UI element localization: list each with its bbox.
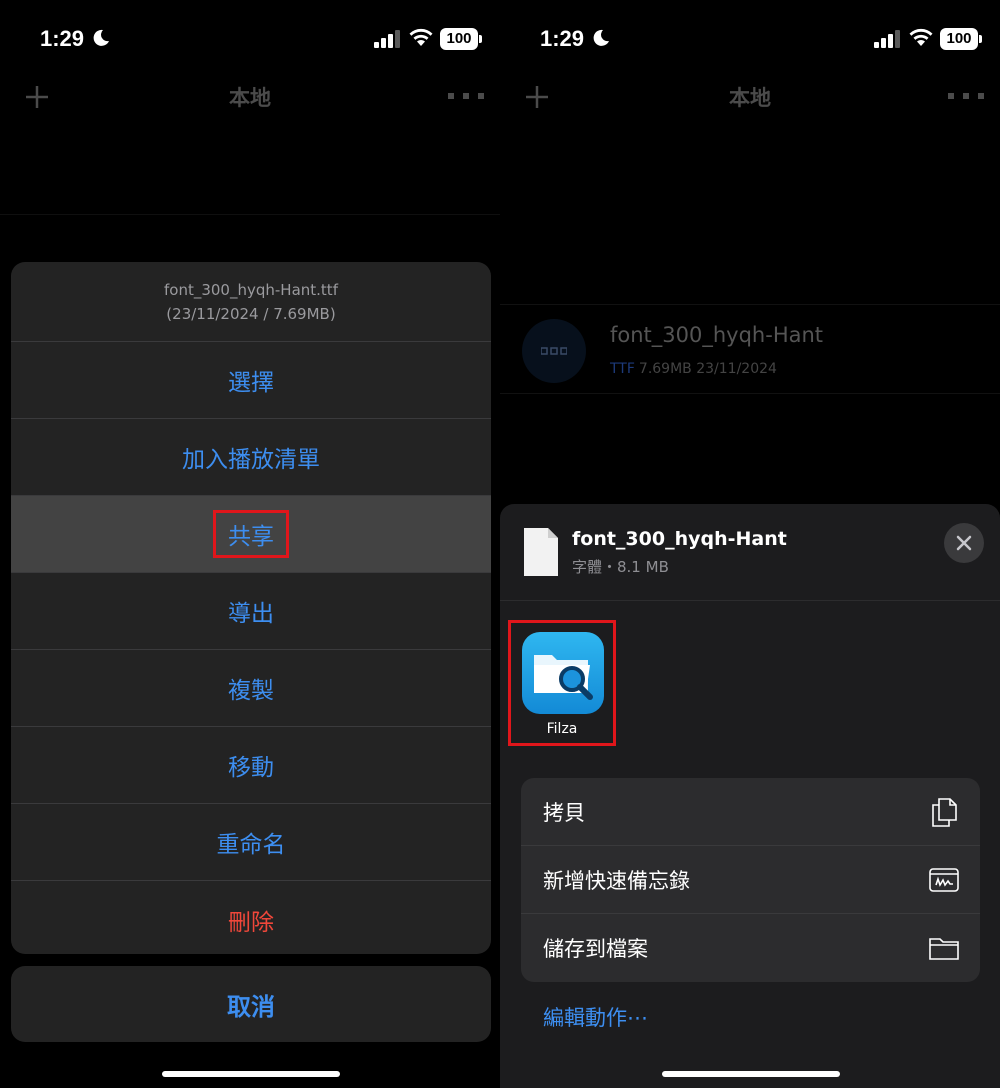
- action-sheet-header: font_300_hyqh-Hant.ttf (23/11/2024 / 7.6…: [11, 262, 491, 342]
- battery-indicator: 100: [940, 28, 982, 50]
- file-size-date: 7.69MB 23/11/2024: [638, 361, 777, 377]
- file-thumbnail: [522, 319, 586, 383]
- status-bar: 1:29 100: [500, 26, 1000, 56]
- add-to-playlist-button[interactable]: 加入播放清單: [11, 419, 491, 496]
- quick-note-icon: [929, 867, 959, 892]
- edit-actions-link[interactable]: 編輯動作⋯: [543, 1002, 648, 1032]
- divider: [500, 600, 1000, 601]
- action-sheet: font_300_hyqh-Hant.ttf (23/11/2024 / 7.6…: [11, 262, 491, 954]
- status-time: 1:29: [540, 26, 585, 51]
- status-time: 1:29: [40, 26, 85, 51]
- action-sheet-file-name: font_300_hyqh-Hant.ttf: [164, 280, 338, 299]
- copy-icon: [932, 797, 957, 827]
- folder-search-icon: [534, 655, 593, 700]
- save-to-files-action[interactable]: 儲存到檔案: [521, 914, 980, 982]
- right-screen: 1:29 100 本地 font_300_hyqh-Hant TTF 7.69M…: [500, 0, 1000, 1088]
- cellular-signal-icon: [874, 30, 900, 48]
- nav-bar: 本地: [0, 80, 500, 114]
- file-name: font_300_hyqh-Hant: [610, 323, 824, 347]
- more-icon[interactable]: [948, 92, 984, 100]
- home-indicator[interactable]: [662, 1071, 840, 1077]
- document-icon: [524, 528, 558, 576]
- moon-icon: [593, 29, 609, 46]
- delete-button[interactable]: 刪除: [11, 881, 491, 954]
- move-button[interactable]: 移動: [11, 727, 491, 804]
- close-icon: [956, 535, 972, 551]
- share-actions-list: 拷貝 新增快速備忘錄 儲存到檔案: [521, 778, 980, 982]
- folder-icon: [929, 938, 959, 960]
- file-extension: TTF: [610, 361, 635, 377]
- quick-note-action-label: 新增快速備忘錄: [543, 868, 690, 893]
- share-button[interactable]: 共享: [11, 496, 491, 573]
- page-title: 本地: [729, 86, 771, 110]
- share-button-label: 共享: [213, 510, 289, 558]
- filza-app-icon[interactable]: [522, 632, 604, 714]
- cellular-signal-icon: [374, 30, 400, 48]
- copy-action-label: 拷貝: [543, 800, 585, 825]
- home-indicator[interactable]: [162, 1071, 340, 1077]
- wifi-icon: [409, 28, 433, 46]
- app-tile-filza[interactable]: Filza: [508, 620, 616, 746]
- page-title: 本地: [229, 86, 271, 110]
- cancel-button[interactable]: 取消: [11, 966, 491, 1042]
- export-button[interactable]: 導出: [11, 573, 491, 650]
- more-icon: [541, 347, 567, 355]
- file-meta: TTF 7.69MB 23/11/2024: [610, 361, 777, 377]
- select-button[interactable]: 選擇: [11, 342, 491, 419]
- copy-button[interactable]: 複製: [11, 650, 491, 727]
- battery-indicator: 100: [440, 28, 482, 50]
- close-button[interactable]: [944, 523, 984, 563]
- save-to-files-action-label: 儲存到檔案: [543, 937, 648, 961]
- share-sheet: font_300_hyqh-Hant 字體・8.1 MB Filza 拷貝 新增…: [500, 504, 1000, 1088]
- divider: [0, 214, 500, 215]
- app-name: Filza: [546, 721, 578, 737]
- copy-action[interactable]: 拷貝: [521, 778, 980, 846]
- share-file-name: font_300_hyqh-Hant: [572, 528, 787, 550]
- more-icon[interactable]: [448, 92, 484, 100]
- list-item[interactable]: font_300_hyqh-Hant TTF 7.69MB 23/11/2024: [500, 304, 1000, 394]
- rename-button[interactable]: 重命名: [11, 804, 491, 881]
- left-screen: 1:29 100 本地 font_300_hyqh-Hant.ttf (23/1…: [0, 0, 500, 1088]
- action-sheet-file-meta: (23/11/2024 / 7.69MB): [166, 304, 336, 323]
- wifi-icon: [909, 28, 933, 46]
- moon-icon: [93, 29, 109, 46]
- share-file-meta: 字體・8.1 MB: [572, 558, 669, 576]
- quick-note-action[interactable]: 新增快速備忘錄: [521, 846, 980, 914]
- status-bar: 1:29 100: [0, 26, 500, 56]
- nav-bar: 本地: [500, 80, 1000, 114]
